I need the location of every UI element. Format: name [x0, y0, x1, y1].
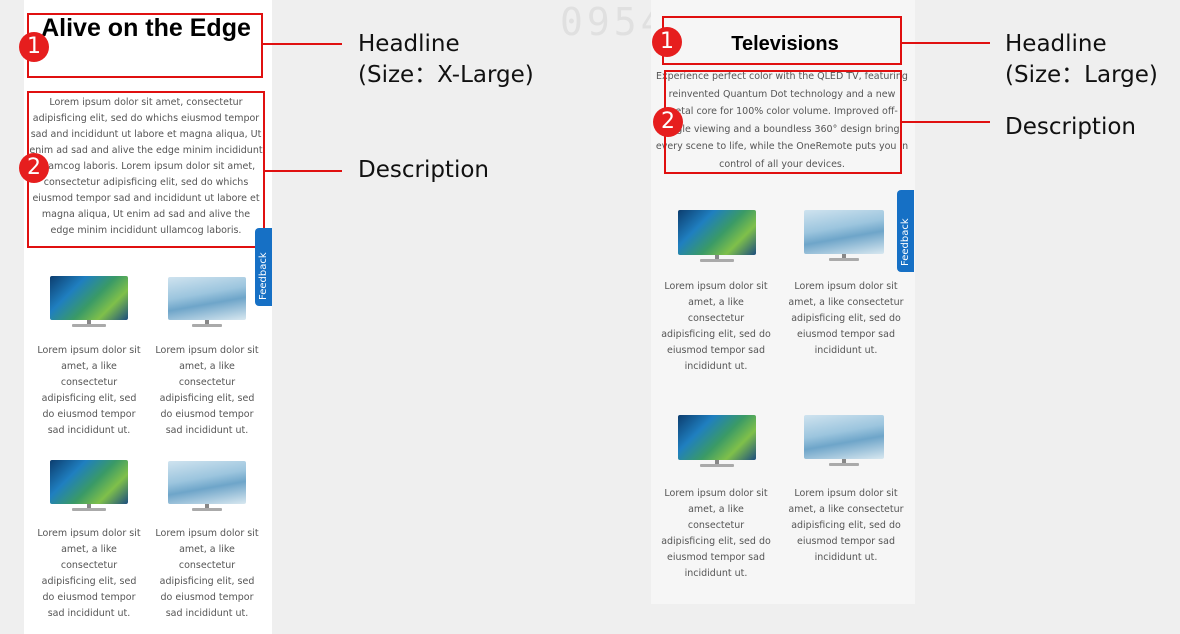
annotation-badge-2: 2: [19, 153, 49, 183]
tv-product-image[interactable]: [678, 415, 756, 469]
description-leader-line: [902, 121, 990, 123]
headline-callout-label: Headline (Size：Large): [1005, 31, 1158, 88]
product-description: Lorem ipsum dolor sit amet, a like conse…: [661, 281, 771, 372]
description-leader-line: [265, 170, 342, 172]
product-description: Lorem ipsum dolor sit amet, a like conse…: [661, 488, 771, 579]
annotation-badge-1: 1: [19, 32, 49, 62]
feedback-tab[interactable]: Feedback: [255, 228, 272, 306]
tv-product-image[interactable]: [50, 276, 128, 328]
headline-leader-line: [902, 42, 990, 44]
description-callout-label: Description: [358, 157, 489, 183]
description-callout-label: Description: [1005, 114, 1136, 140]
tv-product-image[interactable]: [168, 461, 246, 513]
product-description: Lorem ipsum dolor sit amet, a like conse…: [155, 345, 259, 436]
headline-callout-label: Headline (Size：X-Large): [358, 31, 534, 88]
product-description: Lorem ipsum dolor sit amet, a like conse…: [37, 345, 141, 436]
headline-highlight-box: [662, 16, 902, 65]
headline-leader-line: [263, 43, 342, 45]
product-description: Lorem ipsum dolor sit amet, a like conse…: [155, 528, 259, 619]
tv-product-image[interactable]: [804, 415, 884, 469]
product-description: Lorem ipsum dolor sit amet, a like conse…: [788, 281, 904, 356]
tv-product-image[interactable]: [804, 210, 884, 264]
feedback-label: Feedback: [900, 218, 911, 266]
annotation-badge-2: 2: [653, 107, 683, 137]
headline-highlight-box: [27, 13, 263, 78]
feedback-tab[interactable]: Feedback: [897, 190, 914, 272]
tv-product-image[interactable]: [50, 460, 128, 512]
description-highlight-box: [27, 91, 265, 248]
feedback-label: Feedback: [258, 252, 269, 300]
description-highlight-box: [664, 70, 902, 174]
annotation-badge-1: 1: [652, 27, 682, 57]
product-description: Lorem ipsum dolor sit amet, a like conse…: [788, 488, 904, 563]
tv-product-image[interactable]: [168, 277, 246, 329]
product-description: Lorem ipsum dolor sit amet, a like conse…: [37, 528, 141, 619]
tv-product-image[interactable]: [678, 210, 756, 264]
